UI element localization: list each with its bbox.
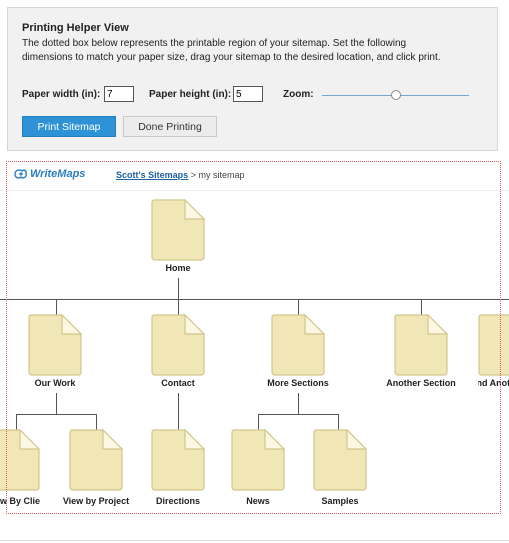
bottom-divider: [0, 540, 509, 541]
page-label: And Anot: [478, 378, 509, 388]
page-label: Home: [165, 263, 191, 273]
helper-title: Printing Helper View: [22, 22, 129, 34]
connector-line: [298, 393, 299, 414]
page-icon: [151, 314, 205, 376]
page-node-and-another[interactable]: And Anot: [478, 314, 509, 394]
connector-line: [0, 299, 509, 300]
page-node-home[interactable]: Home: [151, 199, 205, 273]
page-node-contact[interactable]: Contact: [151, 314, 205, 388]
page-icon: [271, 314, 325, 376]
zoom-label: Zoom:: [283, 89, 314, 100]
page-label: More Sections: [267, 378, 329, 388]
done-printing-button[interactable]: Done Printing: [123, 116, 217, 137]
breadcrumb-link-sitemaps[interactable]: Scott's Sitemaps: [116, 170, 188, 180]
connector-line: [258, 414, 339, 415]
page-icon: [0, 429, 40, 491]
connector-line: [178, 278, 179, 299]
page-icon: [231, 429, 285, 491]
page-label: Samples: [321, 496, 359, 506]
page-icon: [151, 199, 205, 261]
page-icon: [151, 429, 205, 491]
page-node-news[interactable]: News: [231, 429, 285, 506]
breadcrumb-current: > my sitemap: [190, 170, 245, 180]
print-sitemap-button[interactable]: Print Sitemap: [22, 116, 116, 137]
page-label: Contact: [161, 378, 195, 388]
helper-description: The dotted box below represents the prin…: [22, 38, 441, 63]
connector-line: [178, 393, 179, 431]
page-icon: [478, 314, 509, 376]
connector-line: [16, 414, 97, 415]
page-node-another-section[interactable]: Another Section: [386, 314, 456, 388]
paper-height-label: Paper height (in):: [149, 89, 232, 100]
header-divider: [0, 190, 509, 191]
page-label: Another Section: [386, 378, 456, 388]
page-node-our-work[interactable]: Our Work: [28, 314, 82, 388]
connector-line: [56, 393, 57, 414]
writemaps-logo: WriteMaps: [14, 168, 85, 180]
zoom-slider-thumb[interactable]: [390, 90, 401, 100]
paper-width-input[interactable]: [104, 86, 134, 102]
page-icon: [313, 429, 367, 491]
printing-helper-panel: Printing Helper View The dotted box belo…: [7, 7, 498, 151]
page-node-samples[interactable]: Samples: [313, 429, 367, 506]
logo-text: WriteMaps: [30, 168, 86, 180]
page-label: Our Work: [34, 378, 76, 388]
breadcrumb: Scott's Sitemaps > my sitemap: [116, 170, 244, 180]
paper-height-input[interactable]: [233, 86, 263, 102]
page-icon: [394, 314, 448, 376]
page-node-more-sections[interactable]: More Sections: [267, 314, 329, 388]
page-icon: [69, 429, 123, 491]
page-node-directions[interactable]: Directions: [151, 429, 205, 506]
paper-width-label: Paper width (in):: [22, 89, 101, 100]
page-node-view-by-project[interactable]: View by Project: [63, 429, 129, 506]
page-icon: [28, 314, 82, 376]
writemaps-logo-icon: [14, 169, 27, 179]
